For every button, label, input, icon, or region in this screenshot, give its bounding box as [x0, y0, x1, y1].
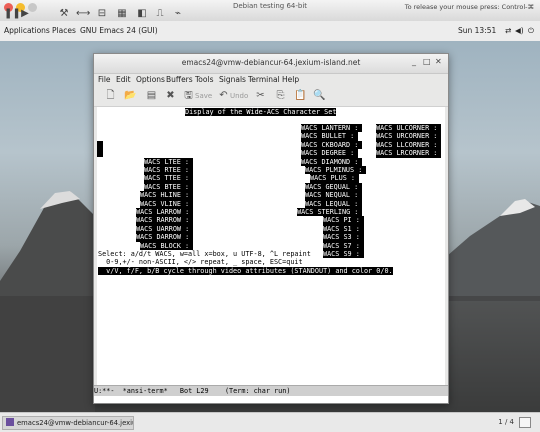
clock[interactable]: Sun 13:51	[458, 26, 496, 35]
wacs-corner-line: WACS ULCORNER :	[376, 124, 442, 133]
menu-options[interactable]: Options	[136, 75, 165, 84]
network-status-icon[interactable]: ⇄	[505, 26, 511, 35]
power-icon[interactable]: ⏻	[528, 26, 534, 36]
workspace-indicator[interactable]: 1 / 4	[498, 418, 514, 426]
wacs-line: WACS BLOCK :	[140, 241, 194, 250]
wacs-line: WACS DARROW :	[136, 233, 194, 242]
search-icon[interactable]: 🔍	[313, 89, 326, 102]
wacs-line: WACS S7 :	[323, 241, 364, 250]
window-titlebar[interactable]: emacs24@vmw-debiancur-64.jexium-island.n…	[94, 54, 448, 74]
wacs-corner-line: WACS LRCORNER :	[376, 149, 442, 158]
help-line: Select: a/d/t WACS, w=all x=box, u UTF-8…	[98, 250, 311, 258]
wacs-line: WACS LARROW :	[136, 208, 194, 217]
help-line: v/V, f/F, b/B cycle through video attrib…	[98, 266, 393, 276]
kill-buffer-icon[interactable]: ✖	[164, 89, 177, 102]
taskbar-window-button[interactable]: emacs24@vmw-debiancur-64.jexiu...	[2, 416, 134, 430]
cursor-block	[97, 140, 103, 157]
wacs-line: WACS LEQUAL :	[305, 199, 363, 208]
save-button[interactable]: Save	[195, 92, 212, 100]
dired-icon[interactable]: ▤	[145, 89, 158, 102]
wacs-line: WACS LTEE :	[144, 157, 194, 166]
taskbar-window-label: emacs24@vmw-debiancur-64.jexiu...	[17, 419, 134, 427]
mode-line: U:**- *ansi-term* Bot L29 (Term: char ru…	[94, 385, 448, 396]
wacs-line: WACS S9 :	[323, 250, 364, 259]
wacs-line: WACS GEQUAL :	[305, 182, 363, 192]
wacs-line: WACS DIAMOND :	[301, 157, 363, 166]
window-title: emacs24@vmw-debiancur-64.jexium-island.n…	[181, 58, 361, 67]
paste-icon[interactable]: 📋	[294, 89, 307, 102]
wacs-corner-line: WACS LLCORNER :	[376, 140, 442, 150]
volume-icon[interactable]: ◀)	[515, 26, 524, 35]
new-file-icon[interactable]: 🗋	[104, 89, 117, 102]
wacs-line: WACS BULLET :	[301, 132, 359, 141]
wacs-line: WACS STERLING :	[297, 208, 363, 217]
top-panel: Applications Places GNU Emacs 24 (GUI) S…	[0, 21, 540, 42]
maximize-window-icon[interactable]: □	[423, 57, 431, 66]
menu-help[interactable]: Help	[282, 75, 299, 84]
bottom-taskbar: emacs24@vmw-debiancur-64.jexiu... 1 / 4	[0, 412, 540, 432]
menu-signals[interactable]: Signals	[219, 75, 246, 84]
wacs-line: WACS RTEE :	[144, 166, 194, 175]
undo-icon[interactable]: ↶	[217, 89, 230, 102]
undo-button[interactable]: Undo	[230, 92, 248, 100]
cut-icon[interactable]: ✂	[254, 89, 267, 102]
minibuffer[interactable]	[94, 396, 448, 403]
vm-host-toolbar: ❚❚ ▶ ⚒ ⟷ ⊟ ▦ ◧ ⎍ ⌁ Debian testing 64-bit…	[0, 0, 540, 22]
help-line: 0-9,+/- non-ASCII, </> repeat, _ space, …	[98, 258, 303, 267]
tool-bar: 🗋 📂 ▤ ✖ 🖫 Save ↶ Undo ✂ ⎘ 📋 🔍	[94, 86, 448, 107]
menu-tools[interactable]: Tools	[195, 75, 213, 84]
wacs-line: WACS DEGREE :	[301, 149, 359, 158]
open-folder-icon[interactable]: 📂	[124, 89, 137, 102]
wacs-line: WACS PI :	[323, 216, 364, 225]
wacs-line: WACS PLUS :	[310, 174, 360, 183]
emacs-app-icon	[6, 418, 14, 426]
release-mouse-hint: To release your mouse press: Control-⌘	[404, 3, 534, 11]
menu-buffers[interactable]: Buffers	[166, 75, 193, 84]
wacs-line: WACS CKBOARD :	[301, 140, 363, 150]
app-menu[interactable]: GNU Emacs 24 (GUI)	[80, 26, 158, 35]
menu-file[interactable]: File	[98, 75, 111, 84]
wacs-line: WACS NEQUAL :	[305, 191, 363, 200]
wacs-line: WACS TTEE :	[144, 174, 194, 183]
applications-menu[interactable]: Applications	[4, 26, 50, 35]
wacs-line: WACS S1 :	[323, 224, 364, 234]
minimize-window-icon[interactable]: _	[412, 57, 416, 66]
terminal-header: Display of the Wide-ACS Character Set	[185, 108, 337, 117]
wacs-line: WACS LANTERN :	[301, 124, 363, 133]
menu-terminal[interactable]: Terminal	[248, 75, 280, 84]
wacs-line: WACS UARROW :	[136, 224, 194, 234]
wacs-line: WACS PLMINUS :	[305, 166, 367, 175]
wacs-line: WACS S3 :	[323, 233, 364, 242]
workspace-switcher-icon[interactable]	[519, 417, 531, 428]
wacs-line: WACS HLINE :	[140, 191, 194, 200]
emacs-window: emacs24@vmw-debiancur-64.jexium-island.n…	[93, 53, 449, 404]
save-icon[interactable]: 🖫	[182, 89, 195, 102]
wacs-line: WACS VLINE :	[140, 199, 194, 208]
copy-icon[interactable]: ⎘	[274, 89, 287, 102]
wacs-corner-line: WACS URCORNER :	[376, 132, 442, 141]
wacs-line: WACS RARROW :	[136, 216, 194, 225]
wacs-line: WACS BTEE :	[144, 182, 194, 192]
menu-edit[interactable]: Edit	[116, 75, 131, 84]
menu-bar: File Edit Options Buffers Tools Signals …	[94, 73, 448, 86]
close-window-icon[interactable]: ✕	[435, 57, 442, 66]
terminal-buffer[interactable]: Display of the Wide-ACS Character Set WA…	[97, 107, 445, 385]
places-menu[interactable]: Places	[52, 26, 76, 35]
